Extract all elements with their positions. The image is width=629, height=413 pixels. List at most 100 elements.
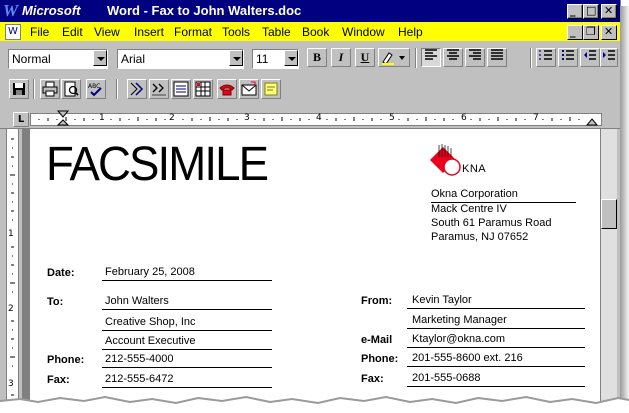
menu-format[interactable]: Format [174,25,212,39]
chevron-down-icon[interactable] [284,50,298,66]
toolbar-separator [116,79,118,99]
to-name[interactable]: John Walters [105,295,169,307]
align-left-icon [425,49,437,60]
menu-window[interactable]: Window [342,25,385,39]
justify-button[interactable] [487,48,507,67]
bold-button[interactable]: B [307,48,327,67]
table-icon [195,81,211,97]
font-size-value: 11 [256,52,269,66]
print-preview-button[interactable] [61,79,81,99]
phone-label: Phone: [47,354,85,366]
vertical-ruler-ticks [10,138,15,396]
company-address-line: Paramus, NJ 07652 [431,231,529,243]
menu-insert[interactable]: Insert [134,25,164,39]
ruler-ticks [38,117,580,121]
vertical-ruler-strip[interactable]: 1 2 3 [6,129,19,404]
email-label: e-Mail [361,334,393,346]
tab-selector[interactable]: L [13,112,29,127]
standard-toolbar: ABC [0,74,620,104]
date-value[interactable]: February 25, 2008 [105,266,195,278]
menu-table[interactable]: Table [262,25,291,39]
word-window: W Microsoft Word - Fax to John Walters.d… [0,0,621,405]
from-title[interactable]: Marketing Manager [412,314,507,326]
menu-book[interactable]: Book [302,25,329,39]
print-button[interactable] [40,79,60,99]
title-bar[interactable]: W Microsoft Word - Fax to John Walters.d… [0,0,620,22]
note-button[interactable] [261,79,281,99]
first-line-indent-marker[interactable] [57,110,69,128]
style-select[interactable]: Normal [8,49,108,69]
right-indent-marker[interactable] [586,110,598,128]
italic-button[interactable]: I [331,48,351,67]
insert-field-button[interactable] [149,79,169,99]
address-book-button[interactable] [239,79,259,99]
doc-close-button[interactable]: ✕ [601,25,617,40]
company-address-line: South 61 Paramus Road [431,217,552,229]
toolbar-separator [415,48,417,68]
decrease-indent-button[interactable] [580,48,600,67]
toolbar-separator [530,48,532,68]
chevron-down-icon[interactable] [229,50,243,66]
numbered-list-button[interactable] [536,48,556,67]
increase-indent-button[interactable] [600,48,618,67]
fax-button[interactable] [217,79,237,99]
telephone-icon [219,84,235,96]
spelling-button[interactable]: ABC [86,79,106,99]
save-button[interactable] [9,79,29,99]
document-page[interactable]: FACSIMILE KNA Okna Corporation Mack Cent… [30,129,602,404]
table-button[interactable] [193,79,213,99]
from-email[interactable]: Ktaylor@okna.com [412,333,505,345]
menu-file[interactable]: File [30,25,49,39]
to-company[interactable]: Creative Shop, Inc [105,316,196,328]
form-button[interactable] [171,79,191,99]
to-fax[interactable]: 212-555-6472 [105,373,174,385]
justify-icon [491,49,503,60]
bulleted-list-button[interactable] [558,48,578,67]
menu-edit[interactable]: Edit [62,25,83,39]
scrollbar-thumb[interactable] [601,199,617,229]
font-value: Arial [121,52,146,66]
align-left-button[interactable] [421,48,441,67]
menu-tools[interactable]: Tools [222,25,250,39]
field-underline [407,386,585,387]
font-size-select[interactable]: 11 [252,49,299,69]
highlight-button[interactable] [378,48,410,67]
field-underline [102,280,272,281]
align-right-button[interactable] [465,48,485,67]
to-title[interactable]: Account Executive [105,335,196,347]
print-preview-icon [64,81,79,97]
menu-help[interactable]: Help [398,25,423,39]
bulleted-list-icon [562,50,574,60]
from-phone[interactable]: 201-555-8600 ext. 216 [412,352,523,364]
maximize-button[interactable]: □ [583,4,599,19]
vertical-scrollbar[interactable] [600,129,617,404]
field-underline [102,309,272,310]
merge-field-button[interactable] [127,79,147,99]
field-underline [102,330,272,331]
from-fax[interactable]: 201-555-0688 [412,372,481,384]
word-w-icon[interactable]: W [3,1,19,20]
ruler-strip[interactable]: 1 2 3 4 5 6 7 [30,113,602,126]
style-value: Normal [12,52,51,66]
minimize-button[interactable]: _ [567,4,583,19]
company-address-line: Mack Centre IV [431,203,507,215]
document-area[interactable]: FACSIMILE KNA Okna Corporation Mack Cent… [22,129,602,404]
font-select[interactable]: Arial [117,49,244,69]
vertical-ruler[interactable]: 1 2 3 [0,129,23,404]
menu-view[interactable]: View [94,25,120,39]
torn-edge [0,395,629,413]
underline-button[interactable]: U [355,48,375,67]
horizontal-ruler[interactable]: L 1 2 3 4 5 6 7 [0,110,620,129]
menu-bar: W File Edit View Insert Format Tools Tab… [0,22,620,41]
printer-icon [42,81,58,97]
close-button[interactable]: ✕ [601,4,617,19]
doc-minimize-button[interactable]: _ [567,25,583,40]
chevron-down-icon[interactable] [93,50,107,66]
title-app-name: Microsoft [22,3,81,18]
doc-restore-button[interactable]: ❐ [583,25,599,40]
from-name[interactable]: Kevin Taylor [412,294,472,306]
to-phone[interactable]: 212-555-4000 [105,353,174,365]
document-control-icon[interactable]: W [5,24,21,40]
align-center-button[interactable] [443,48,463,67]
svg-text:ABC: ABC [88,83,100,90]
